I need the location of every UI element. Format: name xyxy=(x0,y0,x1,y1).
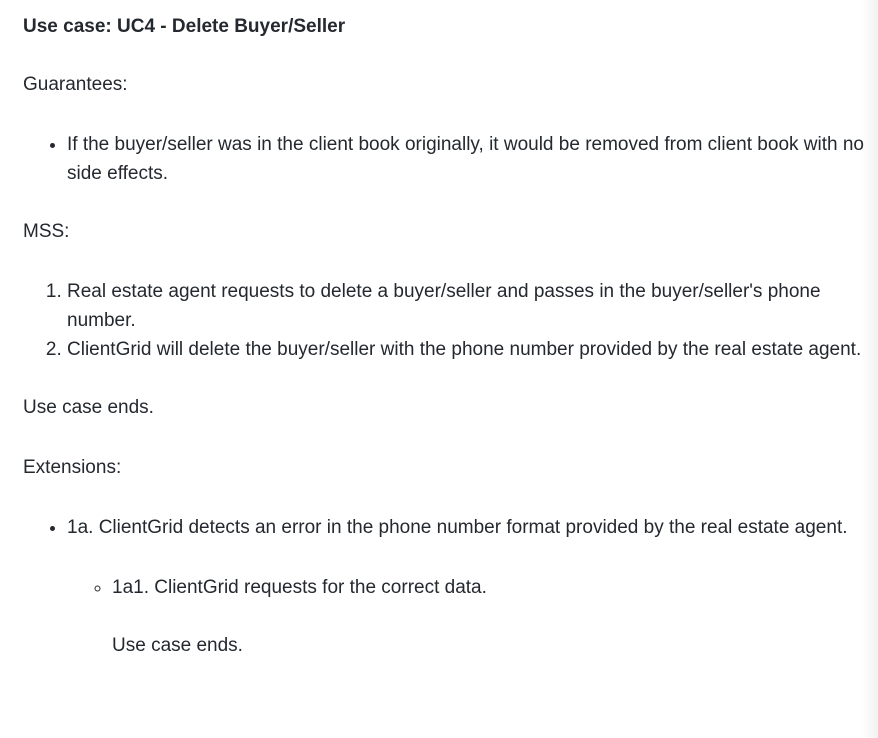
guarantees-list: If the buyer/seller was in the client bo… xyxy=(23,130,873,188)
guarantees-label: Guarantees: xyxy=(23,74,128,95)
use-case-ends-text: Use case ends. xyxy=(23,397,154,418)
extensions-label: Extensions: xyxy=(23,457,122,478)
mss-step: ClientGrid will delete the buyer/seller … xyxy=(67,335,873,364)
extension-item-text: 1a. ClientGrid detects an error in the p… xyxy=(67,517,848,538)
extensions-list: 1a. ClientGrid detects an error in the p… xyxy=(23,513,873,660)
extension-sub-list: 1a1. ClientGrid requests for the correct… xyxy=(67,573,873,660)
mss-steps-list: Real estate agent requests to delete a b… xyxy=(23,277,873,364)
extension-sub-item: 1a1. ClientGrid requests for the correct… xyxy=(112,573,873,660)
mss-label: MSS: xyxy=(23,221,70,242)
guarantee-item: If the buyer/seller was in the client bo… xyxy=(67,130,873,188)
document-content: Use case: UC4 - Delete Buyer/Seller Guar… xyxy=(23,12,873,660)
scroll-edge-shadow xyxy=(862,0,878,738)
extension-item: 1a. ClientGrid detects an error in the p… xyxy=(67,513,873,660)
extension-sub-item-text: 1a1. ClientGrid requests for the correct… xyxy=(112,577,487,598)
extension-sub-item-note: Use case ends. xyxy=(112,635,243,656)
mss-step: Real estate agent requests to delete a b… xyxy=(67,277,873,335)
use-case-title: Use case: UC4 - Delete Buyer/Seller xyxy=(23,16,346,37)
